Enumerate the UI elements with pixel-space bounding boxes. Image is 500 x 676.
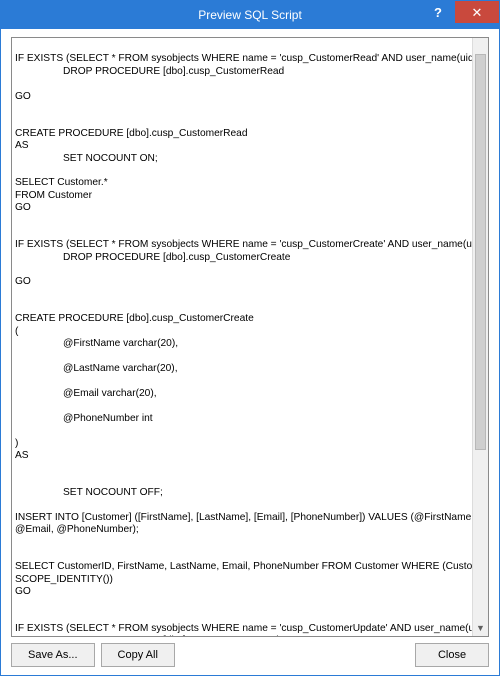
vertical-scrollbar[interactable]: ▲ ▼ bbox=[472, 38, 488, 636]
blank-line bbox=[15, 103, 470, 115]
code-line: DROP PROCEDURE [dbo].cusp_CustomerRead bbox=[15, 66, 470, 78]
code-line: ) bbox=[15, 438, 18, 449]
code-line: @LastName varchar(20), bbox=[15, 363, 470, 375]
code-line: SET NOCOUNT ON; bbox=[15, 153, 470, 165]
scrollbar-thumb[interactable] bbox=[475, 54, 486, 450]
save-as-button[interactable]: Save As... bbox=[11, 643, 95, 667]
blank-line bbox=[15, 289, 470, 301]
close-window-button[interactable]: ✕ bbox=[455, 1, 499, 23]
sql-script-textbox[interactable]: IF EXISTS (SELECT * FROM sysobjects WHER… bbox=[11, 37, 489, 637]
code-line: AS bbox=[15, 140, 29, 151]
code-line: IF EXISTS (SELECT * FROM sysobjects WHER… bbox=[15, 623, 489, 634]
copy-all-button[interactable]: Copy All bbox=[101, 643, 175, 667]
button-row: Save As... Copy All Close bbox=[11, 637, 489, 669]
dialog-window: Preview SQL Script ? ✕ IF EXISTS (SELECT… bbox=[0, 0, 500, 676]
code-line: INSERT INTO [Customer] ([FirstName], [La… bbox=[15, 512, 489, 523]
code-line: DROP PROCEDURE [dbo].cusp_CustomerCreate bbox=[15, 252, 470, 264]
code-line: @PhoneNumber int bbox=[15, 413, 470, 425]
titlebar-buttons: ? ✕ bbox=[421, 1, 499, 29]
code-line: GO bbox=[15, 586, 31, 597]
sql-script-text: IF EXISTS (SELECT * FROM sysobjects WHER… bbox=[15, 41, 470, 637]
code-line: @Email, @PhoneNumber); bbox=[15, 524, 139, 535]
help-button[interactable]: ? bbox=[421, 1, 455, 23]
blank-line bbox=[15, 599, 470, 611]
titlebar: Preview SQL Script ? ✕ bbox=[1, 1, 499, 29]
code-line: IF EXISTS (SELECT * FROM sysobjects WHER… bbox=[15, 53, 489, 64]
blank-line bbox=[15, 463, 470, 475]
close-button[interactable]: Close bbox=[415, 643, 489, 667]
code-line: @Email varchar(20), bbox=[15, 388, 470, 400]
code-line: FROM Customer bbox=[15, 190, 92, 201]
scroll-down-icon[interactable]: ▼ bbox=[473, 620, 488, 636]
code-line: AS bbox=[15, 450, 29, 461]
code-line: GO bbox=[15, 202, 31, 213]
code-line: @FirstName varchar(20), bbox=[15, 338, 470, 350]
dialog-content: IF EXISTS (SELECT * FROM sysobjects WHER… bbox=[1, 29, 499, 675]
code-line: SCOPE_IDENTITY()) bbox=[15, 574, 113, 585]
code-line: CREATE PROCEDURE [dbo].cusp_CustomerCrea… bbox=[15, 313, 254, 324]
code-line: SET NOCOUNT OFF; bbox=[15, 487, 470, 499]
code-line: ( bbox=[15, 326, 18, 337]
code-line: IF EXISTS (SELECT * FROM sysobjects WHER… bbox=[15, 239, 489, 250]
code-line: DROP PROCEDURE [dbo].cusp_CustomerUpdate bbox=[15, 635, 470, 637]
code-line: GO bbox=[15, 276, 31, 287]
code-line: SELECT CustomerID, FirstName, LastName, … bbox=[15, 561, 489, 572]
code-line: SELECT Customer.* bbox=[15, 177, 108, 188]
scrollbar-track[interactable] bbox=[473, 54, 488, 620]
blank-line bbox=[15, 215, 470, 227]
code-line: GO bbox=[15, 91, 31, 102]
code-line: CREATE PROCEDURE [dbo].cusp_CustomerRead bbox=[15, 128, 248, 139]
blank-line bbox=[15, 537, 470, 549]
